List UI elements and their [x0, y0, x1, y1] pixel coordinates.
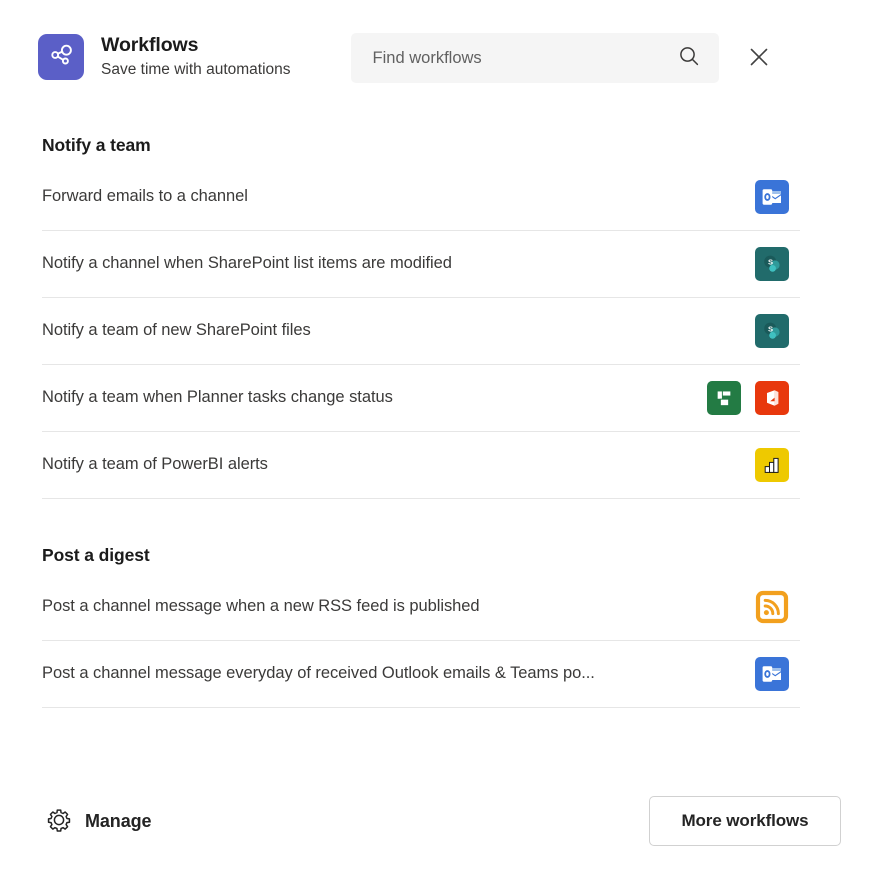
workflow-row[interactable]: Forward emails to a channel — [42, 164, 800, 231]
workflow-sections: Notify a team Forward emails to a channe… — [0, 135, 880, 708]
workflow-row[interactable]: Notify a team of PowerBI alerts — [42, 432, 800, 499]
app-title-group: Workflows Save time with automations — [101, 30, 291, 81]
workflow-app-icons: S — [755, 314, 800, 348]
svg-text:S: S — [768, 325, 773, 334]
sharepoint-icon: S — [755, 247, 789, 281]
panel-header: Workflows Save time with automations — [0, 0, 880, 112]
gear-icon — [46, 807, 72, 836]
workflow-row[interactable]: Notify a team when Planner tasks change … — [42, 365, 800, 432]
share-nodes-icon — [48, 42, 74, 73]
search-area — [350, 30, 781, 83]
panel-footer: Manage More workflows — [0, 795, 880, 847]
workflow-label: Notify a team of new SharePoint files — [42, 321, 311, 340]
workflow-label: Post a channel message when a new RSS fe… — [42, 597, 480, 616]
workflow-row[interactable]: Post a channel message when a new RSS fe… — [42, 574, 800, 641]
section-title-notify-a-team: Notify a team — [42, 135, 151, 155]
workflow-list-notify-a-team: Forward emails to a channel Notify a cha… — [0, 164, 880, 499]
workflow-app-icons: S — [755, 247, 800, 281]
close-button[interactable] — [737, 36, 781, 80]
manage-button[interactable]: Manage — [42, 801, 155, 842]
workflows-panel: Workflows Save time with automations Fin… — [0, 0, 880, 883]
outlook-icon — [755, 180, 789, 214]
rss-icon — [755, 590, 789, 624]
more-workflows-button[interactable]: More workflows — [649, 796, 841, 846]
page-subtitle: Save time with automations — [101, 60, 291, 78]
search-box[interactable] — [350, 33, 719, 83]
sharepoint-icon: S — [755, 314, 789, 348]
workflow-label: Forward emails to a channel — [42, 187, 248, 206]
powerbi-icon — [755, 448, 789, 482]
workflow-label: Notify a team of PowerBI alerts — [42, 455, 268, 474]
manage-label: Manage — [85, 810, 152, 831]
search-input[interactable] — [372, 48, 677, 68]
workflow-app-icons — [755, 657, 800, 691]
workflow-row[interactable]: Post a channel message everyday of recei… — [42, 641, 800, 708]
workflow-label: Post a channel message everyday of recei… — [42, 664, 595, 683]
workflow-app-icons — [755, 448, 800, 482]
workflow-label: Notify a team when Planner tasks change … — [42, 388, 393, 407]
workflow-list-post-a-digest: Post a channel message when a new RSS fe… — [0, 574, 880, 708]
workflow-app-icons — [755, 180, 800, 214]
search-icon[interactable] — [677, 44, 701, 73]
close-icon — [747, 45, 771, 72]
office-icon — [755, 381, 789, 415]
planner-icon — [707, 381, 741, 415]
section-title-post-a-digest: Post a digest — [42, 545, 150, 565]
workflow-app-icons — [755, 590, 800, 624]
outlook-icon — [755, 657, 789, 691]
workflow-app-icons — [707, 381, 800, 415]
svg-text:S: S — [768, 258, 773, 267]
workflows-app-logo — [38, 34, 84, 80]
workflow-row[interactable]: Notify a channel when SharePoint list it… — [42, 231, 800, 298]
workflow-row[interactable]: Notify a team of new SharePoint files S — [42, 298, 800, 365]
workflow-label: Notify a channel when SharePoint list it… — [42, 254, 452, 273]
page-title: Workflows — [101, 34, 199, 56]
